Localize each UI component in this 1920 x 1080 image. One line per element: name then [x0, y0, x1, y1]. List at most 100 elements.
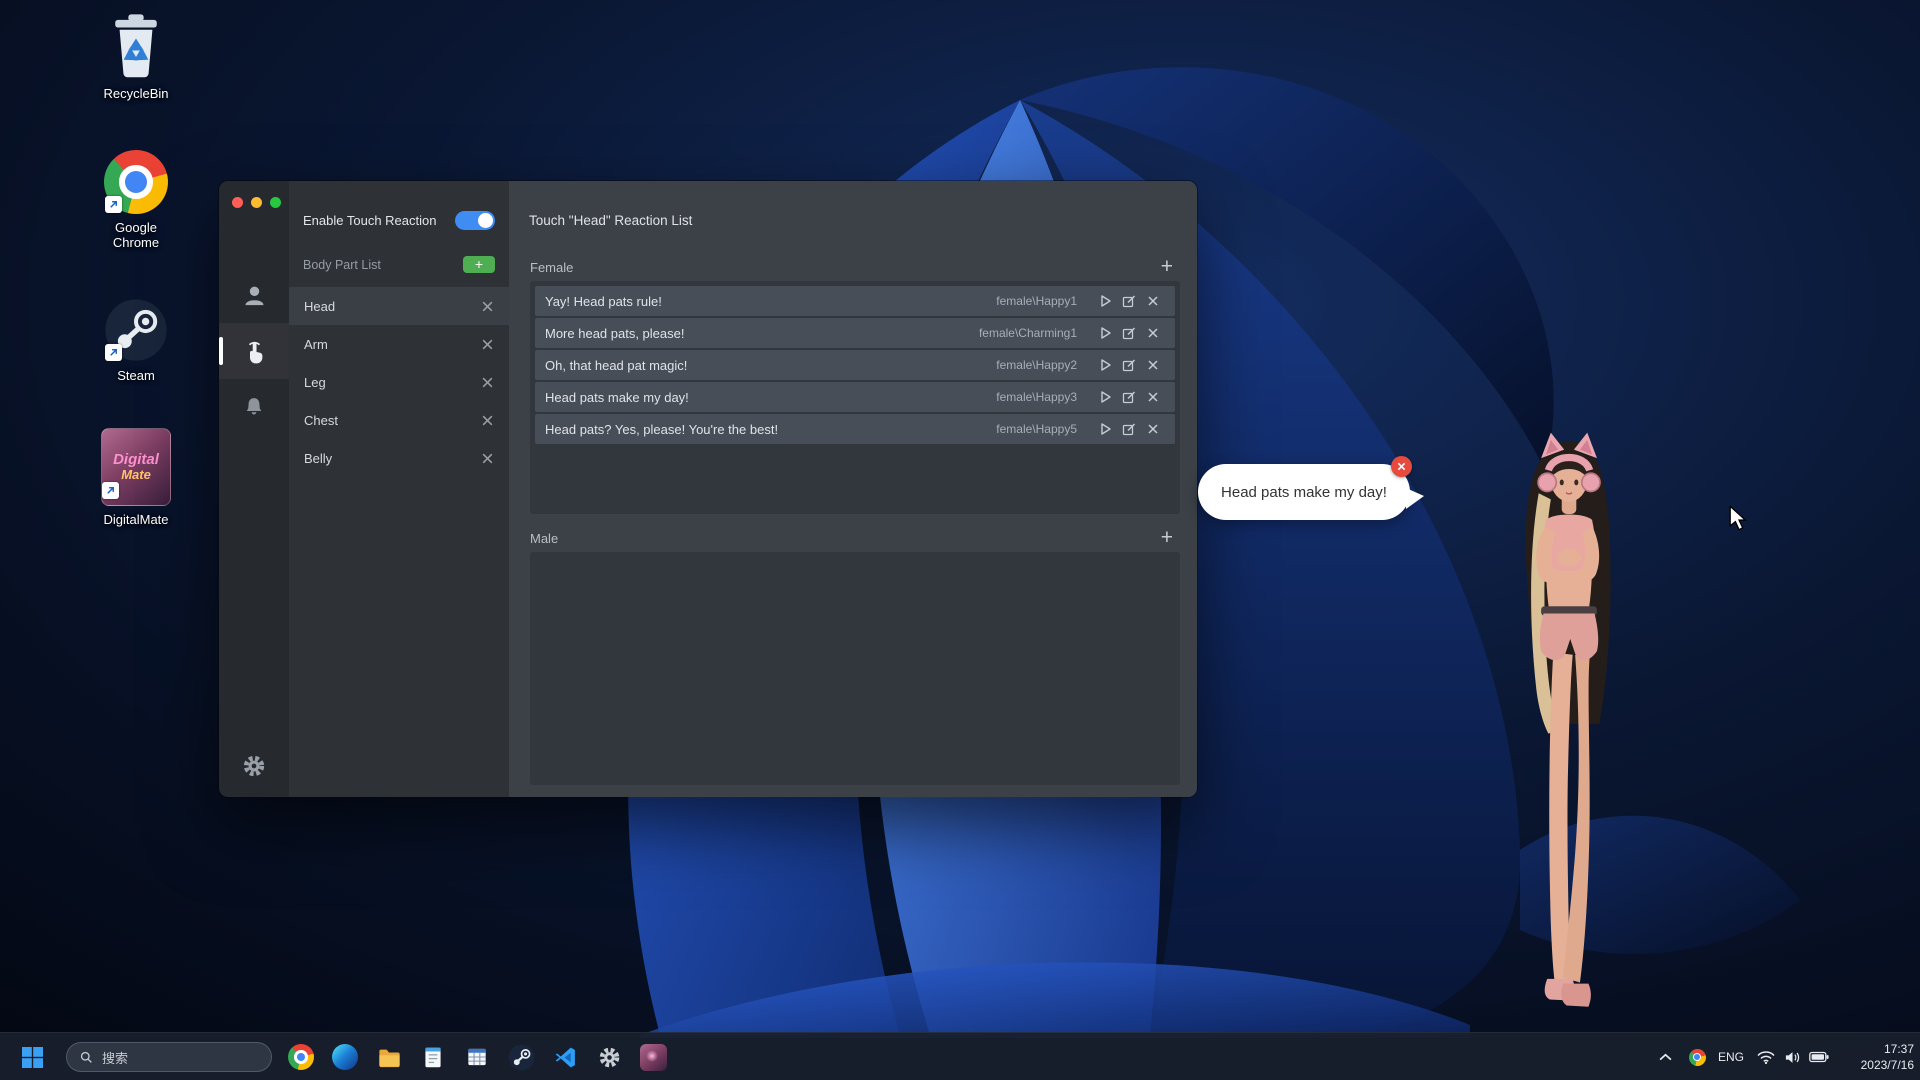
edge-icon — [332, 1044, 358, 1070]
reaction-list-title: Touch "Head" Reaction List — [529, 213, 693, 228]
taskbar-item-table-app[interactable] — [457, 1038, 497, 1076]
tray-overflow-button[interactable] — [1652, 1033, 1678, 1080]
taskbar-item-settings[interactable] — [589, 1038, 629, 1076]
tray-wifi-button[interactable] — [1754, 1033, 1778, 1080]
reaction-voice: female\Happy3 — [996, 390, 1077, 404]
body-part-item-arm[interactable]: Arm — [289, 325, 509, 363]
tray-chrome-button[interactable] — [1684, 1033, 1710, 1080]
play-reaction-button[interactable] — [1093, 322, 1117, 344]
body-part-label: Chest — [304, 412, 338, 428]
taskbar-item-steam[interactable] — [501, 1038, 541, 1076]
play-icon — [1101, 359, 1111, 371]
body-part-label: Head — [304, 298, 336, 314]
folder-icon — [378, 1049, 400, 1067]
delete-reaction-button[interactable] — [1141, 386, 1165, 408]
play-icon — [1101, 295, 1111, 307]
chrome-icon — [1688, 1048, 1706, 1066]
sidebar-item-notifications[interactable] — [219, 379, 289, 435]
close-icon — [1148, 424, 1158, 434]
character-figure — [1525, 432, 1611, 1007]
sidebar-item-settings[interactable] — [219, 753, 289, 779]
table-app-icon — [468, 1048, 486, 1066]
add-male-reaction-button[interactable]: + — [1159, 527, 1175, 548]
male-section-header: Male + — [530, 526, 1175, 550]
edit-icon — [1122, 295, 1136, 308]
reaction-row: Yay! Head pats rule! female\Happy1 — [535, 286, 1175, 316]
body-part-item-leg[interactable]: Leg — [289, 363, 509, 401]
enable-touch-toggle[interactable] — [455, 211, 495, 230]
touch-icon — [248, 341, 262, 363]
reaction-voice: female\Happy1 — [996, 294, 1077, 308]
edit-reaction-button[interactable] — [1117, 418, 1141, 440]
body-part-label: Arm — [304, 336, 328, 352]
desktop-icon-recyclebin[interactable]: RecycleBin — [81, 10, 191, 101]
delete-body-part-icon[interactable] — [481, 376, 494, 389]
edit-reaction-button[interactable] — [1117, 290, 1141, 312]
desktop-icon-steam[interactable]: Steam — [81, 298, 191, 383]
close-window-button[interactable] — [232, 197, 243, 208]
close-icon — [1397, 462, 1406, 471]
taskbar-item-chrome[interactable] — [281, 1038, 321, 1076]
reaction-row: More head pats, please! female\Charming1 — [535, 318, 1175, 348]
delete-body-part-icon[interactable] — [481, 414, 494, 427]
body-part-item-chest[interactable]: Chest — [289, 401, 509, 439]
wifi-icon — [1757, 1050, 1775, 1064]
play-reaction-button[interactable] — [1093, 354, 1117, 376]
taskbar-item-vscode[interactable] — [545, 1038, 585, 1076]
desktop-icon-digitalmate[interactable]: Digital Mate DigitalMate — [81, 428, 191, 527]
reaction-row: Head pats make my day! female\Happy3 — [535, 382, 1175, 412]
taskbar-item-edge[interactable] — [325, 1038, 365, 1076]
body-part-item-head[interactable]: Head — [289, 287, 509, 325]
edit-icon — [1122, 391, 1136, 404]
play-reaction-button[interactable] — [1093, 418, 1117, 440]
play-icon — [1101, 327, 1111, 339]
desktop-icon-label: Steam — [117, 368, 155, 383]
enable-touch-row: Enable Touch Reaction — [289, 181, 509, 246]
tray-volume-button[interactable] — [1780, 1033, 1804, 1080]
delete-reaction-button[interactable] — [1141, 418, 1165, 440]
volume-icon — [1785, 1051, 1799, 1063]
delete-body-part-icon[interactable] — [481, 338, 494, 351]
add-female-reaction-button[interactable]: + — [1159, 256, 1175, 277]
delete-reaction-button[interactable] — [1141, 322, 1165, 344]
reaction-text: Yay! Head pats rule! — [545, 293, 662, 309]
taskbar-item-notepad[interactable] — [413, 1038, 453, 1076]
reaction-row: Oh, that head pat magic! female\Happy2 — [535, 350, 1175, 380]
sidebar-item-touch[interactable] — [219, 323, 289, 379]
add-body-part-button[interactable]: + — [463, 256, 495, 273]
steam-icon — [508, 1044, 534, 1070]
search-placeholder: 搜索 — [102, 1050, 129, 1066]
delete-body-part-icon[interactable] — [481, 452, 494, 465]
male-reaction-list — [530, 552, 1180, 785]
edit-reaction-button[interactable] — [1117, 354, 1141, 376]
chevron-up-icon — [1659, 1053, 1671, 1060]
reaction-text: Oh, that head pat magic! — [545, 357, 688, 373]
body-part-list-header: Body Part List + — [289, 246, 509, 287]
minimize-window-button[interactable] — [251, 197, 262, 208]
taskbar-item-file-explorer[interactable] — [369, 1038, 409, 1076]
taskbar-search-input[interactable]: 搜索 — [66, 1042, 272, 1072]
speech-bubble-close-button[interactable] — [1391, 456, 1412, 477]
play-reaction-button[interactable] — [1093, 290, 1117, 312]
delete-body-part-icon[interactable] — [481, 300, 494, 313]
shortcut-arrow-icon — [102, 482, 119, 499]
taskbar-item-digitalmate[interactable] — [633, 1038, 673, 1076]
edit-reaction-button[interactable] — [1117, 322, 1141, 344]
virtual-companion-character[interactable] — [1478, 426, 1654, 1039]
start-button[interactable] — [12, 1038, 52, 1076]
tray-battery-button[interactable] — [1806, 1033, 1832, 1080]
tray-language-button[interactable]: ENG — [1714, 1033, 1748, 1080]
edit-reaction-button[interactable] — [1117, 386, 1141, 408]
desktop-icon-chrome[interactable]: Google Chrome — [81, 150, 191, 250]
profile-icon — [245, 286, 263, 305]
zoom-window-button[interactable] — [270, 197, 281, 208]
play-reaction-button[interactable] — [1093, 386, 1117, 408]
delete-reaction-button[interactable] — [1141, 354, 1165, 376]
delete-reaction-button[interactable] — [1141, 290, 1165, 312]
chrome-icon — [288, 1044, 314, 1070]
close-icon — [1148, 392, 1158, 402]
taskbar-clock[interactable]: 17:37 2023/7/16 — [1834, 1041, 1914, 1073]
body-part-item-belly[interactable]: Belly — [289, 439, 509, 477]
sidebar-item-profile[interactable] — [219, 267, 289, 323]
language-indicator: ENG — [1717, 1050, 1744, 1064]
